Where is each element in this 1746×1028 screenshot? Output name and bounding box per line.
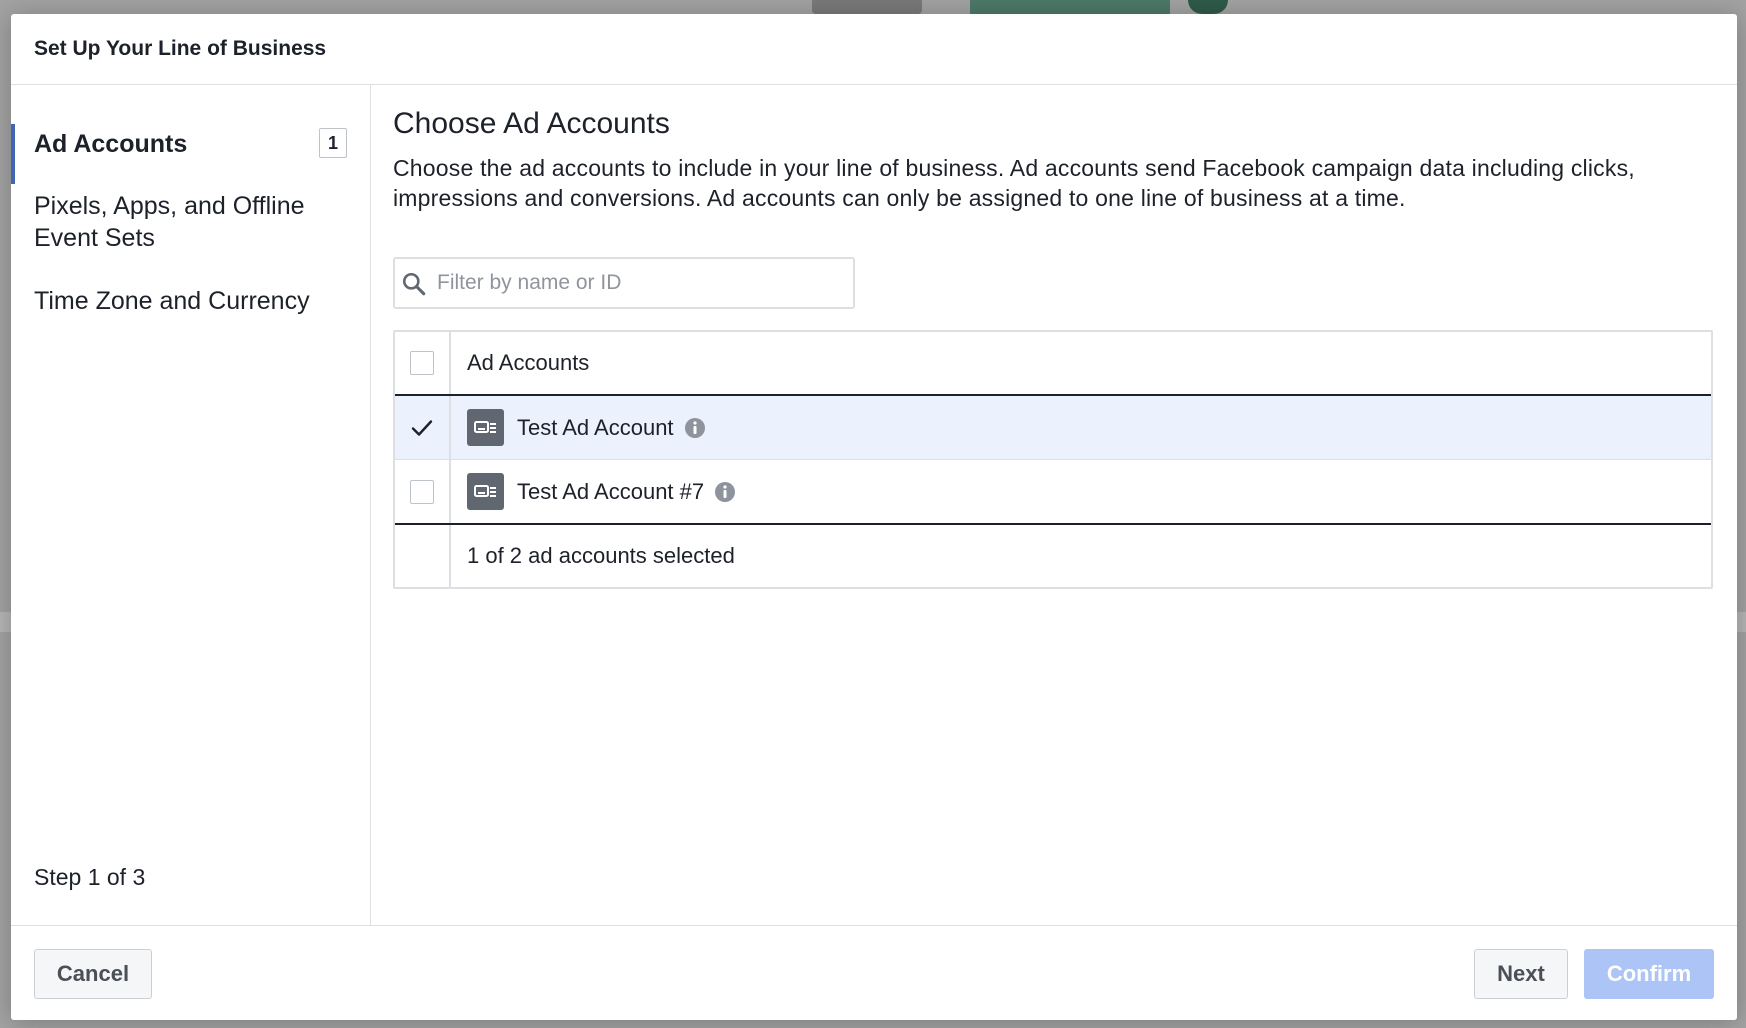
row-checkbox[interactable]: [410, 479, 434, 504]
confirm-button[interactable]: Confirm: [1584, 949, 1714, 999]
next-button[interactable]: Next: [1474, 949, 1568, 999]
row-main-cell: Test Ad Account: [451, 396, 1711, 459]
search-icon: [402, 272, 426, 296]
ad-account-name: Test Ad Account: [517, 414, 674, 440]
cancel-button[interactable]: Cancel: [34, 949, 152, 999]
ad-account-icon: [467, 409, 504, 446]
section-title: Choose Ad Accounts: [393, 107, 670, 140]
sidebar-item-label: Time Zone and Currency: [34, 287, 310, 315]
sidebar-item-label: Pixels, Apps, and Offline Event Sets: [34, 192, 305, 252]
checkmark-icon: [411, 419, 433, 436]
background-shape: [1737, 612, 1746, 632]
background-shape: [1188, 0, 1228, 14]
row-check-cell: [395, 396, 451, 459]
row-checkbox[interactable]: [410, 416, 434, 440]
setup-dialog: Set Up Your Line of Business Ad Accounts…: [11, 14, 1737, 1020]
row-check-cell: [395, 460, 451, 523]
search-box: [393, 257, 855, 309]
info-icon[interactable]: [684, 417, 706, 439]
info-icon[interactable]: [714, 481, 736, 503]
dialog-header: Set Up Your Line of Business: [11, 14, 1737, 85]
dialog-footer: Cancel Next Confirm: [11, 925, 1737, 1020]
ad-account-name: Test Ad Account #7: [517, 478, 705, 504]
sidebar-item-pixels-apps-offline[interactable]: Pixels, Apps, and Offline Event Sets: [11, 190, 370, 254]
step-indicator: Step 1 of 3: [34, 864, 146, 890]
step-count-badge: 1: [319, 128, 347, 158]
main-panel: Choose Ad Accounts Choose the ad account…: [371, 85, 1737, 925]
sidebar-item-ad-accounts[interactable]: Ad Accounts 1: [11, 124, 370, 184]
header-check-cell: [395, 332, 451, 394]
row-main-cell: Test Ad Account #7: [451, 460, 1711, 523]
steps-sidebar: Ad Accounts 1 Pixels, Apps, and Offline …: [11, 85, 371, 925]
select-all-checkbox[interactable]: [410, 351, 434, 375]
table-row[interactable]: Test Ad Account #7: [395, 460, 1711, 525]
background-shape: [812, 0, 922, 14]
search-input[interactable]: [435, 259, 849, 307]
background-shape: [970, 0, 1170, 14]
table-header-row: Ad Accounts: [395, 332, 1711, 396]
ad-accounts-table: Ad Accounts Test Ad Account Test Ad Acco…: [393, 330, 1713, 589]
section-description: Choose the ad accounts to include in you…: [393, 155, 1635, 211]
ad-account-icon: [467, 473, 504, 510]
selection-summary: 1 of 2 ad accounts selected: [467, 543, 735, 568]
table-footer-row: 1 of 2 ad accounts selected: [395, 525, 1711, 587]
sidebar-item-label: Ad Accounts: [34, 130, 188, 158]
table-row[interactable]: Test Ad Account: [395, 396, 1711, 460]
background-shape: [0, 612, 11, 632]
footer-check-cell: [395, 525, 451, 587]
column-header: Ad Accounts: [467, 350, 590, 375]
dialog-title: Set Up Your Line of Business: [34, 37, 327, 60]
dialog-body: Ad Accounts 1 Pixels, Apps, and Offline …: [11, 85, 1737, 925]
sidebar-item-time-zone-currency[interactable]: Time Zone and Currency: [11, 285, 370, 317]
